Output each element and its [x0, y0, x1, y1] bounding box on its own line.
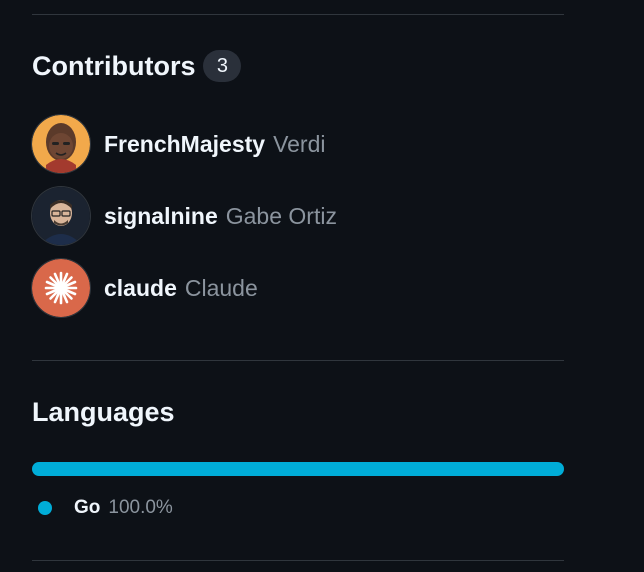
contributor-login[interactable]: claude — [104, 275, 177, 302]
language-percent: 100.0% — [108, 497, 173, 518]
contributor-name: Gabe Ortiz — [225, 202, 337, 229]
contributors-count-badge: 3 — [203, 50, 242, 82]
language-bar[interactable] — [32, 462, 564, 476]
avatar-frenchmajesty-icon — [32, 115, 90, 173]
contributor-login[interactable]: signalnine — [104, 203, 218, 230]
avatar[interactable] — [32, 259, 90, 317]
language-color-dot-icon — [38, 501, 52, 515]
contributor-signalnine[interactable]: signalnine Gabe Ortiz — [32, 186, 337, 246]
avatar[interactable] — [32, 115, 90, 173]
contributor-name: Claude — [184, 274, 258, 301]
language-bar-segment-go[interactable] — [32, 462, 564, 476]
languages-heading: Languages — [32, 394, 175, 430]
contributor-login[interactable]: FrenchMajesty — [104, 131, 265, 158]
avatar-claude-icon — [32, 259, 90, 317]
middle-divider — [32, 360, 564, 361]
bottom-divider — [32, 560, 564, 561]
contributor-frenchmajesty[interactable]: FrenchMajesty Verdi — [32, 114, 326, 174]
contributors-title[interactable]: Contributors — [32, 51, 195, 82]
contributor-name: Verdi — [273, 130, 326, 157]
avatar-signalnine-icon — [32, 187, 90, 245]
language-name: Go — [74, 497, 101, 518]
avatar[interactable] — [32, 187, 90, 245]
contributors-heading[interactable]: Contributors 3 — [32, 48, 242, 84]
top-divider — [32, 14, 564, 15]
contributor-claude[interactable]: claude Claude — [32, 258, 258, 318]
language-item-go[interactable]: Go 100.0% — [38, 494, 173, 522]
languages-title: Languages — [32, 396, 175, 427]
